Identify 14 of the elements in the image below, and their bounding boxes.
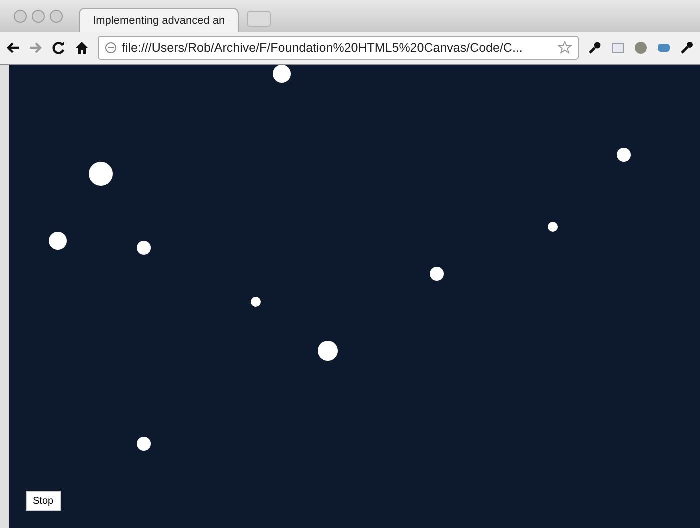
screen-icon[interactable] xyxy=(611,41,625,55)
browser-tab[interactable]: Implementing advanced an xyxy=(79,8,239,32)
star-icon[interactable] xyxy=(558,41,572,55)
zoom-icon[interactable] xyxy=(50,10,63,22)
new-tab-button[interactable] xyxy=(247,11,271,27)
address-bar[interactable]: file:///Users/Rob/Archive/F/Foundation%20HTML5%20Canvas/Code/C... xyxy=(98,36,579,60)
back-icon[interactable] xyxy=(6,41,20,55)
close-window-icon[interactable] xyxy=(14,10,27,22)
forward-icon[interactable] xyxy=(29,41,43,55)
stop-button[interactable]: Stop xyxy=(26,491,61,511)
minimize-icon[interactable] xyxy=(32,10,45,22)
home-icon[interactable] xyxy=(75,41,89,55)
reload-icon[interactable] xyxy=(52,41,66,55)
cloud-icon[interactable] xyxy=(657,41,671,55)
